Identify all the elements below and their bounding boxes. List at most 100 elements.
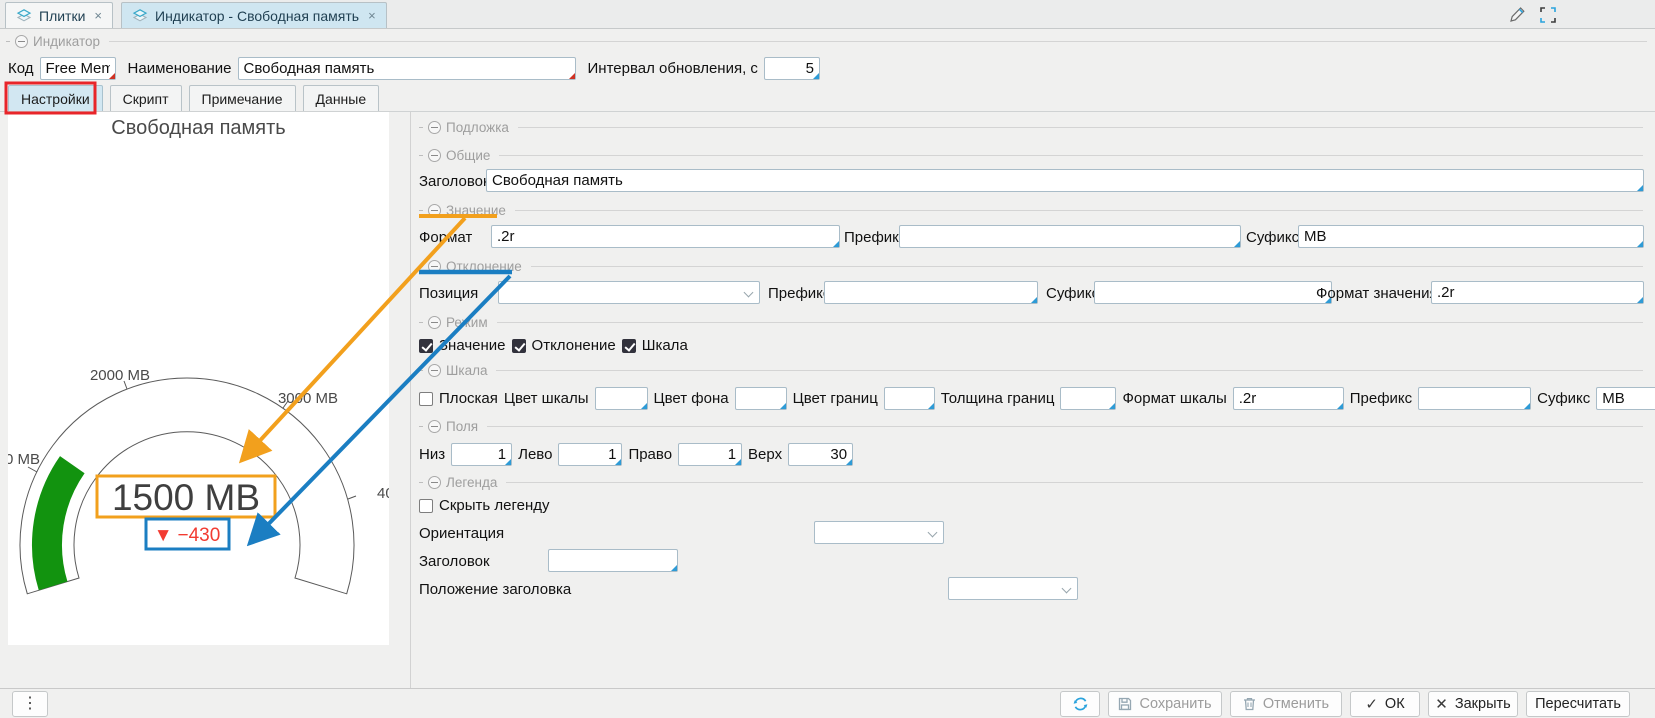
tab-data[interactable]: Данные	[303, 85, 380, 112]
close-icon[interactable]: ×	[368, 8, 376, 23]
save-button[interactable]: Сохранить	[1108, 691, 1222, 717]
section-value: Значение	[419, 203, 1643, 218]
mdi-tab-label: Плитки	[39, 8, 85, 24]
deviation-suffix-input[interactable]	[1095, 282, 1331, 303]
mode-value-checkbox[interactable]	[419, 339, 433, 353]
scale-bg-wrap	[735, 387, 787, 410]
scale-border-width-label: Толщина границ	[941, 390, 1055, 407]
legend-header-input[interactable]	[549, 550, 677, 571]
margin-top-label: Верх	[748, 446, 782, 463]
checkbox-label: Значение	[439, 337, 506, 354]
tab-settings[interactable]: Настройки	[8, 85, 103, 112]
cancel-label: Отменить	[1263, 696, 1329, 712]
mdi-tab-tiles[interactable]: Плитки ×	[5, 2, 113, 28]
collapse-icon[interactable]	[428, 260, 441, 273]
more-menu-button[interactable]: ⋮	[12, 691, 48, 717]
collapse-icon[interactable]	[428, 149, 441, 162]
scale-flat-checkbox[interactable]	[419, 392, 433, 406]
margin-bottom-wrap	[451, 443, 512, 466]
mode-deviation-checkbox[interactable]	[512, 339, 526, 353]
margins-row: Низ Лево Право Верх	[419, 443, 853, 466]
gauge-chart: 1000 MB 2000 MB 3000 MB 4000 MB 1500 MB …	[8, 112, 389, 645]
chevron-down-icon	[928, 528, 938, 538]
scale-row: Плоская Цвет шкалы Цвет фона Цвет границ…	[419, 387, 1655, 410]
legend-orientation-select[interactable]	[814, 521, 944, 544]
tab-script[interactable]: Скрипт	[110, 85, 182, 112]
section-title: Значение	[446, 203, 506, 218]
scale-suffix-input[interactable]	[1597, 388, 1655, 409]
deviation-prefix-input[interactable]	[825, 282, 1037, 303]
name-input[interactable]	[239, 58, 575, 79]
section-margins: Поля	[419, 419, 1643, 434]
value-format-label: Формат	[419, 229, 472, 246]
edit-button[interactable]	[1505, 3, 1529, 27]
deviation-prefix-wrap	[824, 281, 1038, 304]
deviation-position-label: Позиция	[419, 285, 478, 302]
collapse-icon[interactable]	[428, 476, 441, 489]
value-suffix-input[interactable]	[1299, 226, 1643, 247]
mdi-tab-indicator[interactable]: Индикатор - Свободная память ×	[121, 2, 387, 28]
margin-top-input[interactable]	[789, 444, 852, 465]
close-button[interactable]: ✕ Закрыть	[1428, 691, 1518, 717]
scale-border-width-input[interactable]	[1061, 388, 1115, 409]
collapse-icon[interactable]	[428, 204, 441, 217]
section-deviation: Отклонение	[419, 259, 1643, 274]
name-label: Наименование	[128, 60, 232, 77]
legend-hide-label: Скрыть легенду	[439, 497, 550, 514]
section-legend: Легенда	[419, 475, 1643, 490]
margin-bottom-input[interactable]	[452, 444, 511, 465]
collapse-icon[interactable]	[428, 420, 441, 433]
code-input[interactable]	[41, 58, 115, 79]
close-icon[interactable]: ×	[94, 8, 102, 23]
deviation-prefix-label: Префикс	[768, 285, 830, 302]
header-input[interactable]	[487, 170, 1643, 191]
trash-icon	[1243, 697, 1256, 711]
scale-flat-label: Плоская	[439, 390, 498, 407]
margin-left-input[interactable]	[559, 444, 621, 465]
value-prefix-input[interactable]	[900, 226, 1240, 247]
scale-format-input[interactable]	[1234, 388, 1343, 409]
recalculate-label: Пересчитать	[1535, 696, 1621, 712]
value-format-input[interactable]	[492, 226, 839, 247]
layers-icon	[16, 8, 32, 23]
interval-input[interactable]	[765, 58, 819, 79]
scale-color-input[interactable]	[596, 388, 647, 409]
layers-icon	[132, 8, 148, 23]
section-title: Поля	[446, 419, 478, 434]
recalculate-button[interactable]: Пересчитать	[1526, 691, 1630, 717]
footer-actions: Сохранить Отменить ✓ ОК ✕ Закрыть	[1060, 691, 1630, 717]
checkbox-label: Отклонение	[532, 337, 616, 354]
section-scale: Шкала	[419, 363, 1643, 378]
scale-border-input[interactable]	[885, 388, 934, 409]
gauge-preview-panel: Свободная память 1000 MB 2000 MB 3000 MB…	[8, 112, 389, 645]
deviation-format-wrap	[1431, 281, 1644, 304]
deviation-position-select[interactable]	[498, 281, 760, 304]
settings-panel: Подложка Общие Заголовок Значение Формат…	[410, 112, 1655, 688]
scale-prefix-input[interactable]	[1419, 388, 1530, 409]
refresh-button[interactable]	[1060, 691, 1100, 717]
legend-position-select[interactable]	[948, 577, 1078, 600]
collapse-icon[interactable]	[428, 316, 441, 329]
gauge-deviation-text: ▼−430	[154, 525, 221, 546]
floppy-icon	[1118, 697, 1132, 711]
collapse-icon[interactable]	[15, 35, 28, 48]
x-icon: ✕	[1435, 697, 1448, 712]
ok-button[interactable]: ✓ ОК	[1350, 691, 1420, 717]
margin-right-input[interactable]	[679, 444, 741, 465]
tick-label-1000: 1000 MB	[8, 451, 40, 468]
tab-note[interactable]: Примечание	[189, 85, 296, 112]
ok-label: ОК	[1385, 696, 1405, 712]
legend-hide-checkbox[interactable]	[419, 499, 433, 513]
scale-border-label: Цвет границ	[793, 390, 878, 407]
cancel-button[interactable]: Отменить	[1230, 691, 1342, 717]
deviation-format-input[interactable]	[1432, 282, 1643, 303]
mode-scale-checkbox[interactable]	[622, 339, 636, 353]
fullscreen-button[interactable]	[1536, 3, 1560, 27]
deviation-value: −430	[178, 525, 221, 546]
margin-right-label: Право	[628, 446, 672, 463]
collapse-icon[interactable]	[428, 364, 441, 377]
value-format-wrap	[491, 225, 840, 248]
scale-bg-input[interactable]	[736, 388, 786, 409]
value-prefix-label: Префикс	[844, 229, 906, 246]
collapse-icon[interactable]	[428, 121, 441, 134]
